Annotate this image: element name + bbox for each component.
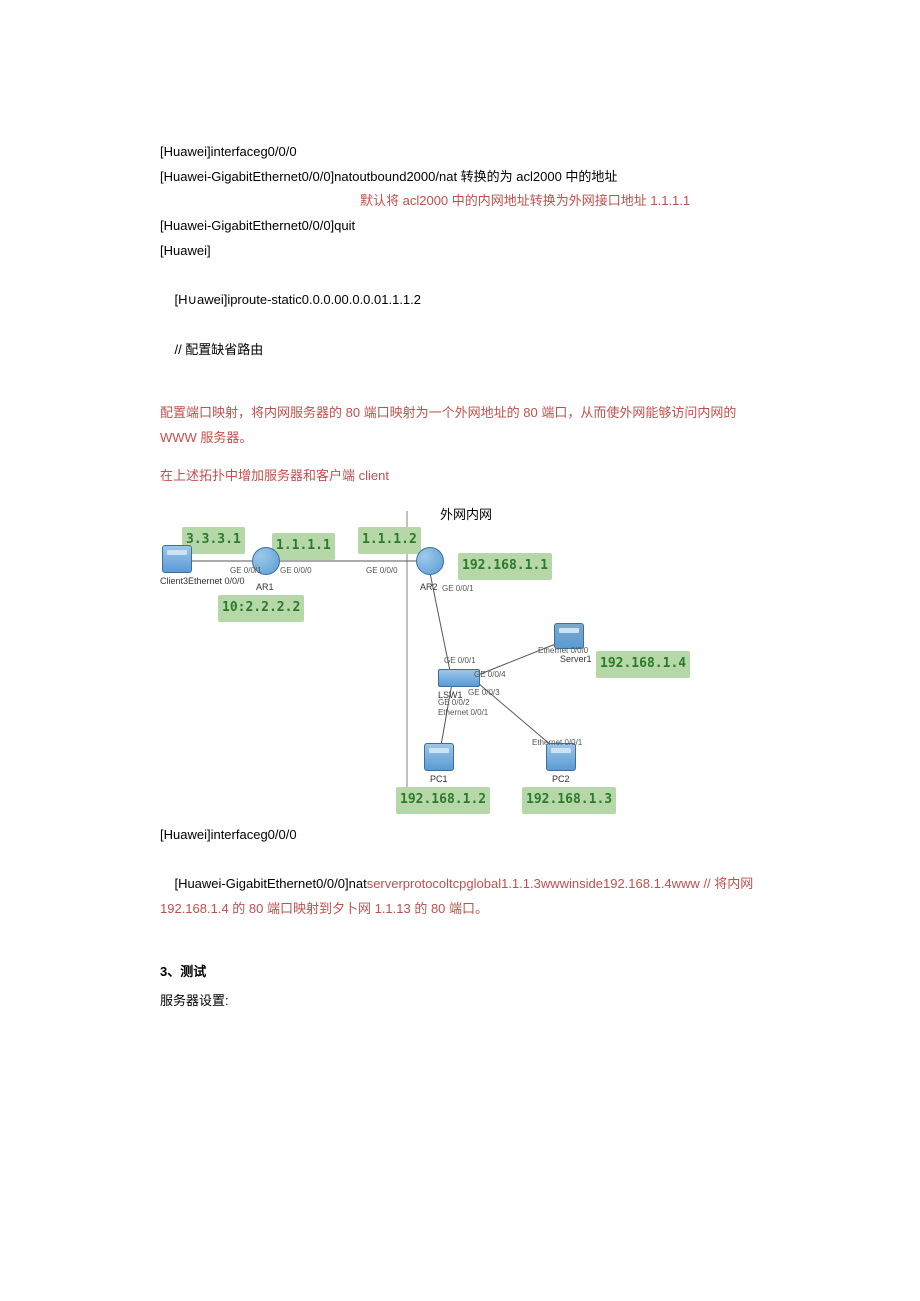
ip-badge: 192.168.1.1 <box>458 553 552 580</box>
port-label: GE 0/0/0 <box>366 563 398 578</box>
ip-badge: 192.168.1.2 <box>396 787 490 814</box>
paragraph: 配置端口映射，将内网服务器的 80 端口映射为一个外网地址的 80 端口，从而使… <box>160 401 760 450</box>
cmd-line: [Huawei-GigabitEthernet0/0/0]natserverpr… <box>160 848 760 947</box>
device-label: Server1 <box>560 651 592 668</box>
router-icon <box>416 547 444 575</box>
document-page: [Huawei]interfaceg0/0/0 [Huawei-GigabitE… <box>0 0 920 1114</box>
port-label: GE 0/0/1 <box>442 581 474 596</box>
device-label: AR2 <box>420 579 438 596</box>
device-label: PC1 <box>430 771 448 788</box>
text-line: 服务器设置: <box>160 989 760 1014</box>
cmd-text: [Huawei-GigabitEthernet0/0/0]nat <box>174 876 366 891</box>
port-label: Ethernet 0/0/1 <box>532 735 582 750</box>
section-heading: 3、测试 <box>160 960 760 985</box>
port-label: GE 0/0/1 <box>230 563 262 578</box>
device-label: PC2 <box>552 771 570 788</box>
cmd-text-highlight: serverprotocoltcpglobal1.1.1.3wwwinside1… <box>367 876 700 891</box>
cmd-line: [H∪awei]iproute-static0.0.0.00.0.0.01.1.… <box>160 263 760 386</box>
cmd-line: [Huawei-GigabitEthernet0/0/0]quit <box>160 214 760 239</box>
port-label: GE 0/0/0 <box>280 563 312 578</box>
device-label: LSW1 <box>438 687 463 704</box>
ip-badge: 192.168.1.4 <box>596 651 690 678</box>
pc-icon <box>424 743 454 771</box>
cmd-text: [H∪awei]iproute-static0.0.0.00.0.0.01.1.… <box>174 292 421 307</box>
port-label: GE 0/0/1 <box>444 653 476 668</box>
cmd-line: [Huawei-GigabitEthernet0/0/0]natoutbound… <box>160 165 760 190</box>
network-topology-diagram: 外网内网 3.3.3.1 1.1.1.1 1.1.1.2 192.168.1.1… <box>160 503 730 813</box>
device-label: Client3 <box>160 573 188 590</box>
port-label: Ethernet 0/0/1 <box>438 705 488 720</box>
ip-badge: 1.1.1.2 <box>358 527 421 554</box>
ip-badge: 1.1.1.1 <box>272 533 335 560</box>
heading-text: 3、测试 <box>160 964 206 979</box>
paragraph: 在上述拓扑中增加服务器和客户端 client <box>160 464 760 489</box>
cmd-line: [Huawei]interfaceg0/0/0 <box>160 140 760 165</box>
port-label: GE 0/0/4 <box>474 667 506 682</box>
port-label: GE 0/0/3 <box>468 685 500 700</box>
ip-badge: 192.168.1.3 <box>522 787 616 814</box>
device-label: AR1 <box>256 579 274 596</box>
client-icon <box>162 545 192 573</box>
cmd-comment: 默认将 acl2000 中的内网地址转换为外网接口地址 1.1.1.1 <box>160 189 760 214</box>
cmd-comment: // 配置缺省路由 <box>174 342 263 357</box>
ip-badge: 10:2.2.2.2 <box>218 595 304 622</box>
cmd-line: [Huawei] <box>160 239 760 264</box>
cmd-line: [Huawei]interfaceg0/0/0 <box>160 823 760 848</box>
